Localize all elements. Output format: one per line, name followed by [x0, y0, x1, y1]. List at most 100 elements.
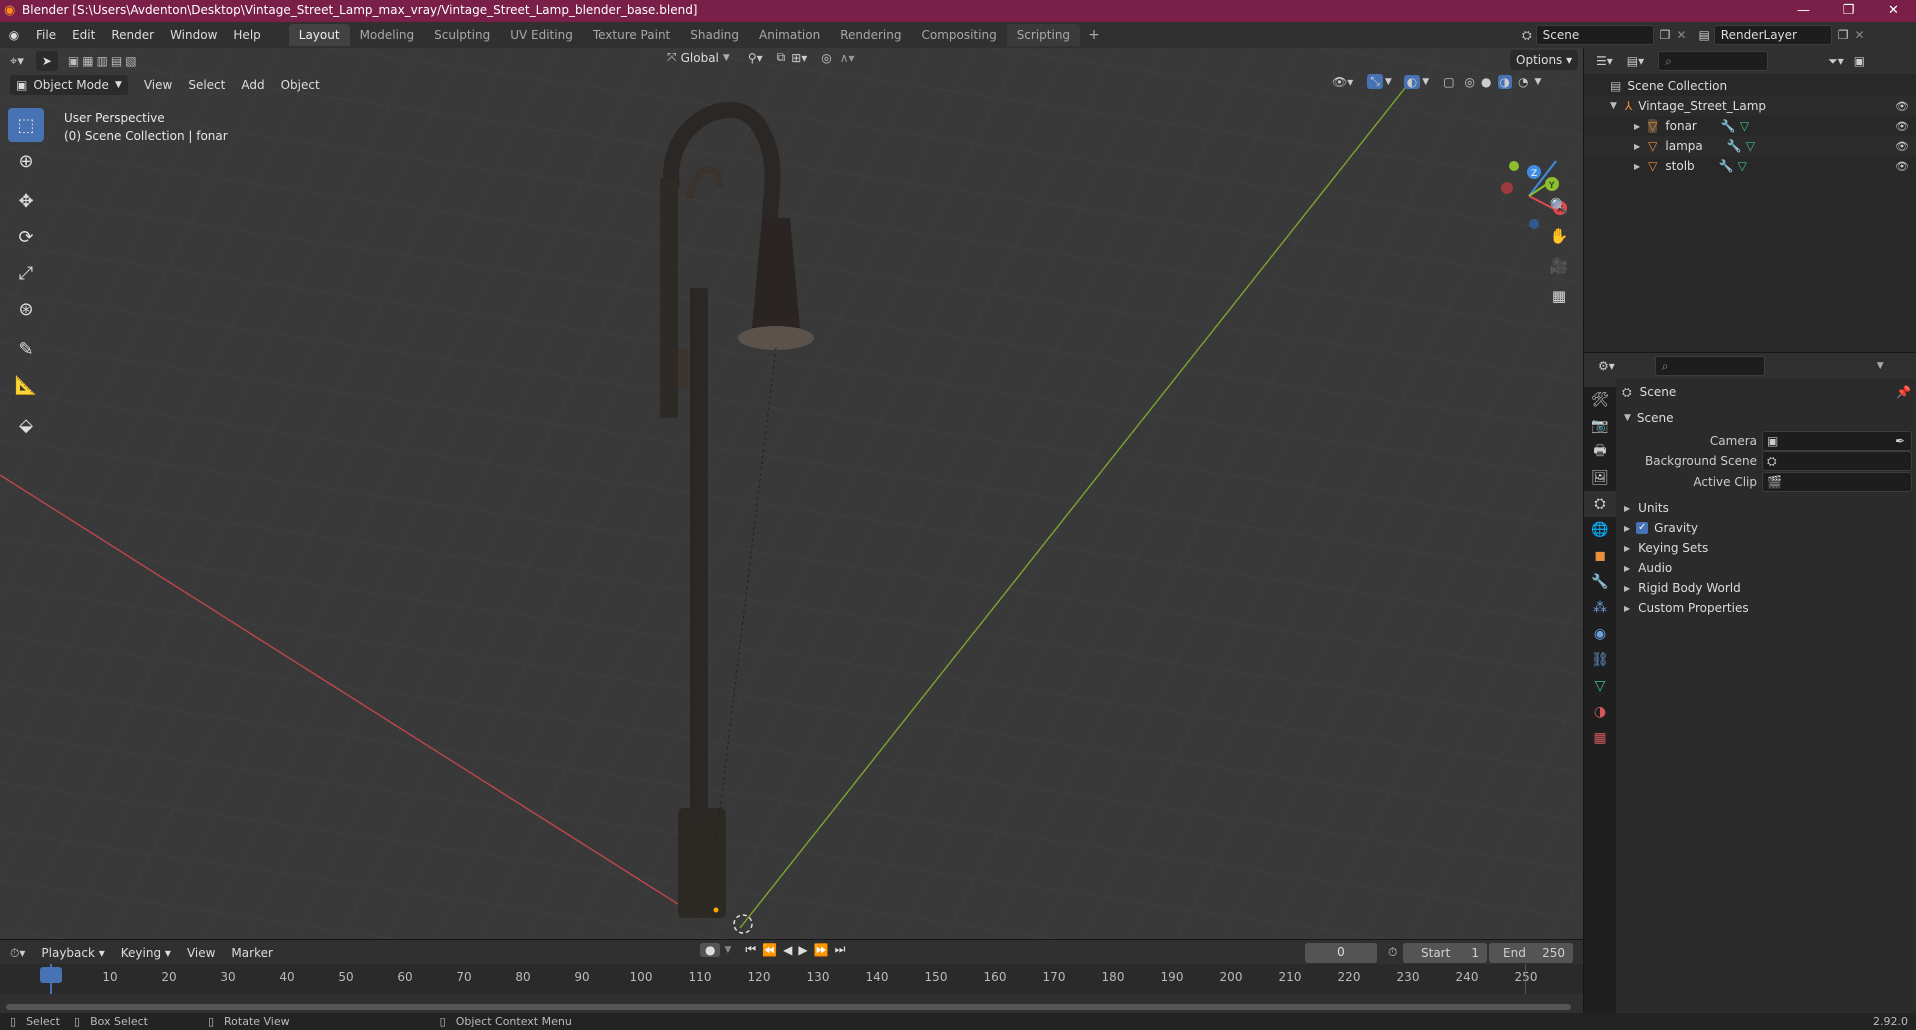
rotate-tool[interactable]: ⟳ [8, 220, 44, 254]
menu-keying[interactable]: Keying ▾ [113, 942, 179, 964]
texture-tab-icon[interactable]: ▦ [1584, 725, 1616, 751]
pivot-icon[interactable]: ⚲▾ [748, 51, 763, 65]
mesh-data-icon[interactable]: ▽ [1740, 119, 1749, 133]
material-shading-icon[interactable]: ◑ [1497, 74, 1512, 89]
tab-texture-paint[interactable]: Texture Paint [583, 24, 680, 46]
menu-add[interactable]: Add [233, 74, 272, 96]
solid-shading-icon[interactable]: ● [1481, 75, 1491, 89]
annotate-tool[interactable]: ✎ [8, 332, 44, 366]
mode-dropdown[interactable]: ▣ Object Mode ▼ [10, 75, 128, 95]
3d-viewport[interactable]: Z Y X ⌖▾ ➤ ▣▦▥▤▧ ⤧ Global ▼ ⚲▾ ⧉ ⊞▾ ◎ ∧▾… [0, 48, 1583, 939]
play-reverse-icon[interactable]: ◀ [783, 943, 792, 957]
renderlayer-icon[interactable]: ▤ [1698, 28, 1709, 42]
units-panel[interactable]: ▶ Units [1624, 497, 1669, 519]
jump-end-icon[interactable]: ⏭ [835, 942, 846, 957]
outliner-row-fonar[interactable]: ▶ ▽ fonar 🔧 ▽ 👁 [1584, 116, 1916, 136]
filter-icon[interactable]: ⏷▾ [1828, 54, 1844, 69]
outliner-editor-icon[interactable]: ☰▾ [1596, 54, 1613, 68]
active-clip-field[interactable]: 🎬 [1762, 472, 1912, 492]
modifier-wrench-icon[interactable]: 🔧 [1721, 119, 1736, 133]
tab-uv-editing[interactable]: UV Editing [500, 24, 583, 46]
play-icon[interactable]: ▶ [798, 943, 807, 957]
scene-section-header[interactable]: ▼ Scene [1616, 407, 1916, 429]
eye-icon[interactable]: 👁 [1895, 140, 1909, 153]
mesh-data-icon[interactable]: ▽ [1746, 139, 1755, 153]
gizmo-dropdown-icon[interactable]: ▼ [1385, 77, 1392, 87]
orientation-dropdown[interactable]: Global [681, 51, 719, 65]
new-renderlayer-icon[interactable]: ❐ [1838, 28, 1849, 42]
chevron-right-icon[interactable]: ▶ [1634, 142, 1640, 151]
remove-scene-icon[interactable]: ✕ [1676, 28, 1686, 42]
eye-icon[interactable]: 👁 [1895, 100, 1909, 113]
keying-sets-panel[interactable]: ▶ Keying Sets [1624, 537, 1708, 559]
custom-properties-panel[interactable]: ▶ Custom Properties [1624, 597, 1749, 619]
modifier-tab-icon[interactable]: 🔧 [1584, 569, 1616, 595]
timeline-scrollbar[interactable] [6, 1004, 1571, 1010]
close-button[interactable]: ✕ [1871, 0, 1916, 22]
menu-view[interactable]: View [136, 74, 180, 96]
menu-file[interactable]: File [28, 24, 64, 46]
transform-tool[interactable]: ⊛ [8, 292, 44, 326]
outliner-search-input[interactable]: ⌕ [1658, 51, 1769, 71]
view-layer-tab-icon[interactable]: 🖼 [1584, 465, 1616, 491]
object-tab-icon[interactable]: ◼ [1584, 543, 1616, 569]
outliner-row-collection[interactable]: ▼ ⅄ Vintage_Street_Lamp 👁 [1584, 96, 1916, 116]
add-workspace-icon[interactable]: + [1080, 27, 1108, 43]
gravity-checkbox[interactable]: ✓ [1636, 522, 1649, 534]
tab-shading[interactable]: Shading [680, 24, 749, 46]
modifier-wrench-icon[interactable]: 🔧 [1727, 139, 1742, 153]
ortho-grid-icon[interactable]: ▦ [1547, 281, 1571, 311]
maximize-button[interactable]: ❐ [1826, 0, 1871, 22]
menu-render[interactable]: Render [103, 24, 162, 46]
rendered-shading-icon[interactable]: ◔ [1518, 75, 1528, 89]
tab-scripting[interactable]: Scripting [1006, 24, 1081, 46]
cursor-tool[interactable]: ⊕ [8, 144, 44, 178]
auto-key-dropdown-icon[interactable]: ▼ [724, 945, 731, 955]
outliner-row-stolb[interactable]: ▶ ▽ stolb 🔧 ▽ 👁 [1584, 156, 1916, 176]
editor-type-icon[interactable]: ⌖▾ [10, 54, 24, 69]
falloff-icon[interactable]: ∧▾ [840, 51, 855, 65]
eyedropper-icon[interactable]: ✒ [1895, 434, 1905, 448]
menu-select[interactable]: Select [180, 74, 233, 96]
measure-tool[interactable]: 📐 [8, 368, 44, 402]
snap-icon[interactable]: ⧉ [777, 50, 786, 65]
physics-tab-icon[interactable]: ◉ [1584, 621, 1616, 647]
select-tool-icon[interactable]: ➤ [35, 51, 58, 71]
tab-compositing[interactable]: Compositing [911, 24, 1006, 46]
menu-timeline-view[interactable]: View [179, 942, 223, 964]
pin-icon[interactable]: 📌 [1896, 385, 1911, 399]
tool-tab-icon[interactable]: 🛠 [1584, 387, 1616, 413]
menu-edit[interactable]: Edit [64, 24, 103, 46]
tab-modeling[interactable]: Modeling [350, 24, 425, 46]
prev-keyframe-icon[interactable]: ⏪ [762, 943, 777, 957]
tab-animation[interactable]: Animation [749, 24, 830, 46]
wireframe-shading-icon[interactable]: ◎ [1465, 75, 1475, 89]
data-tab-icon[interactable]: ▽ [1584, 673, 1616, 699]
renderlayer-field[interactable]: RenderLayer [1713, 25, 1832, 45]
tab-layout[interactable]: Layout [288, 24, 350, 46]
select-mode-icons[interactable]: ▣▦▥▤▧ [68, 54, 140, 68]
output-tab-icon[interactable]: 🖶 [1584, 439, 1616, 465]
stopwatch-icon[interactable]: ⏱ [1388, 945, 1397, 960]
next-keyframe-icon[interactable]: ⏩ [814, 943, 829, 957]
overlays-icon[interactable]: ◐ [1403, 74, 1421, 89]
add-cube-tool[interactable]: ⬙ [8, 408, 44, 442]
menu-window[interactable]: Window [162, 24, 225, 46]
visibility-icon[interactable]: 👁▾ [1332, 75, 1353, 89]
mesh-data-icon[interactable]: ▽ [1738, 159, 1747, 173]
material-tab-icon[interactable]: ◑ [1584, 699, 1616, 725]
display-mode-icon[interactable]: ▤▾ [1627, 54, 1644, 68]
gizmo-icon[interactable]: ⤡ [1367, 74, 1383, 89]
outliner-row-scene-collection[interactable]: ▤ Scene Collection [1584, 76, 1916, 96]
tab-rendering[interactable]: Rendering [830, 24, 911, 46]
properties-search-input[interactable]: ⌕ [1654, 356, 1765, 376]
blender-menu-icon[interactable]: ◉ [0, 28, 28, 42]
particles-tab-icon[interactable]: ⁂ [1584, 595, 1616, 621]
record-icon[interactable]: ● [700, 942, 721, 957]
outliner-row-lampa[interactable]: ▶ ▽ lampa 🔧 ▽ 👁 [1584, 136, 1916, 156]
render-tab-icon[interactable]: 📷 [1584, 413, 1616, 439]
chevron-right-icon[interactable]: ▶ [1634, 162, 1640, 171]
pan-hand-icon[interactable]: ✋ [1547, 221, 1571, 251]
timeline-ruler[interactable]: 0102030405060708090100110120130140150160… [0, 964, 1583, 994]
audio-panel[interactable]: ▶ Audio [1624, 557, 1672, 579]
